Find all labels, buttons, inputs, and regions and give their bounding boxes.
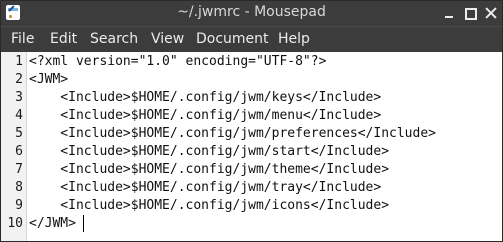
line-number: 3 [15, 90, 23, 105]
line-number: 1 [15, 54, 23, 69]
window-title: ~/.jwmrc - Mousepad [177, 4, 326, 20]
line-text[interactable]: <Include>$HOME/.config/jwm/theme</Includ… [29, 161, 389, 179]
mousepad-window: ~/.jwmrc - Mousepad File Edit Search Vie… [0, 0, 503, 242]
line-text[interactable]: <JWM> [29, 71, 68, 89]
line-number: 5 [15, 126, 23, 141]
menu-view[interactable]: View [151, 31, 184, 47]
line-number: 7 [15, 162, 23, 177]
line-text[interactable]: <Include>$HOME/.config/jwm/icons</Includ… [29, 197, 389, 215]
line-text[interactable]: <Include>$HOME/.config/jwm/tray</Include… [29, 179, 381, 197]
menu-document[interactable]: Document [196, 31, 269, 47]
menu-search[interactable]: Search [90, 31, 138, 47]
line-number: 6 [15, 144, 23, 159]
line-text[interactable]: <?xml version="1.0" encoding="UTF-8"?> [29, 53, 326, 71]
line-text[interactable]: <Include>$HOME/.config/jwm/preferences</… [29, 125, 436, 143]
line-number: 2 [15, 72, 23, 87]
text-editor-area[interactable]: 1 <?xml version="1.0" encoding="UTF-8"?>… [1, 52, 502, 241]
line-text[interactable]: <Include>$HOME/.config/jwm/start</Includ… [29, 143, 389, 161]
line-text[interactable]: </JWM> [29, 215, 76, 233]
menu-edit[interactable]: Edit [50, 31, 77, 47]
menu-bar: File Edit Search View Document Help [1, 26, 502, 52]
line-text[interactable]: <Include>$HOME/.config/jwm/menu</Include… [29, 107, 381, 125]
line-number: 10 [7, 216, 23, 231]
close-icon[interactable] [483, 5, 499, 21]
line-number: 8 [15, 180, 23, 195]
title-bar[interactable]: ~/.jwmrc - Mousepad [1, 1, 502, 26]
line-number: 4 [15, 108, 23, 123]
text-cursor [83, 215, 84, 232]
minimize-icon[interactable] [441, 5, 457, 21]
maximize-icon[interactable] [462, 5, 478, 21]
menu-help[interactable]: Help [278, 31, 310, 47]
line-number: 9 [15, 198, 23, 213]
line-text[interactable]: <Include>$HOME/.config/jwm/keys</Include… [29, 89, 381, 107]
menu-file[interactable]: File [11, 31, 34, 47]
